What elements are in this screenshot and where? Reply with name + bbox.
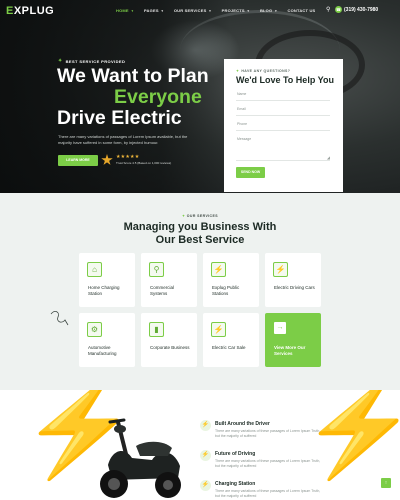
home-charger-icon: ⌂ (87, 262, 102, 277)
form-eyebrow: ✦ HAVE ANY QUESTIONS? (236, 69, 291, 73)
services-title-line-2: Our Best Service (155, 234, 245, 246)
view-more-services-card[interactable]: → View More Our Services (265, 313, 321, 367)
charging-station-icon: ⚡ (211, 262, 226, 277)
learn-more-button[interactable]: LEARN MORE (58, 155, 98, 166)
driver-icon: ⚡ (200, 420, 211, 431)
chevron-down-icon: ▼ (208, 8, 212, 13)
chevron-down-icon: ▼ (246, 8, 250, 13)
service-card-commercial[interactable]: ⚲ Commercial Systems (141, 253, 197, 307)
services-eyebrow: ✦ OUR SERVICES (182, 214, 218, 218)
nav-item-contact-us[interactable]: CONTACT US (287, 8, 315, 13)
nav-item-our-services[interactable]: OUR SERVICES ▼ (174, 8, 212, 13)
rating-stars: ★★★★★ (116, 154, 140, 160)
car-sale-icon: ⚡ (211, 322, 226, 337)
battery-icon: ▮ (149, 322, 164, 337)
nav-item-home[interactable]: HOME ▼ (116, 8, 134, 13)
hero-description: There are many variations of passages of… (58, 134, 188, 145)
nav-item-pages[interactable]: PAGES ▼ (144, 8, 164, 13)
phone-number[interactable]: (319) 430-7980 (344, 7, 378, 13)
top-navigation: EXPLUG HOME ▼ PAGES ▼ OUR SERVICES ▼ PROJEC… (0, 0, 400, 22)
service-card-automotive[interactable]: ⚙ Automotive Manufacturing (79, 313, 135, 367)
services-title-line-1: Managing you Business With (123, 221, 277, 233)
future-icon: ⚡ (200, 450, 211, 461)
electric-scooter-image (100, 418, 181, 498)
service-card-public-stations[interactable]: ⚡ Explug Public Stations (203, 253, 259, 307)
hero-title-line-1: We Want to Plan (57, 65, 209, 87)
squiggle-decoration (50, 311, 69, 326)
name-field[interactable]: Name (236, 89, 330, 101)
main-menu: HOME ▼ PAGES ▼ OUR SERVICES ▼ PROJECTS ▼ BLO… (116, 8, 315, 13)
resize-handle-icon[interactable]: ◢ (327, 155, 330, 160)
hero-title-line-2: Everyone (114, 86, 202, 108)
chevron-down-icon: ▼ (130, 8, 134, 13)
hero-eyebrow: ✦ BEST SERVICE PROVIDED (58, 58, 126, 64)
services-section: ✦ OUR SERVICES Managing you Business Wit… (0, 193, 400, 390)
arrow-up-icon: ↑ (384, 480, 388, 486)
search-icon[interactable]: ⚲ (326, 6, 330, 13)
plug-icon: ⚲ (149, 262, 164, 277)
service-card-home-charging[interactable]: ⌂ Home Charging Station (79, 253, 135, 307)
service-card-car-sale[interactable]: ⚡ Electric Car Sale (203, 313, 259, 367)
service-card-electric-cars[interactable]: ⚡ Electric Driving Cars (265, 253, 321, 307)
scroll-to-top-button[interactable]: ↑ (381, 478, 391, 488)
site-logo[interactable]: EXPLUG (6, 5, 54, 17)
chevron-down-icon: ▼ (274, 8, 278, 13)
electric-car-icon: ⚡ (273, 262, 288, 277)
nav-item-projects[interactable]: PROJECTS ▼ (222, 8, 250, 13)
send-now-button[interactable]: SEND NOW (236, 167, 265, 178)
service-card-corporate[interactable]: ▮ Corporate Business (141, 313, 197, 367)
bolt-icon: ✦ (58, 58, 63, 64)
hero-title-line-3: Drive Electric (57, 107, 182, 129)
phone-icon: ☎ (335, 6, 342, 13)
nav-item-blog[interactable]: BLOG ▼ (260, 8, 278, 13)
features-section: ⚡ ⚡ ⚡ Built Around the Driver There are … (0, 390, 400, 500)
contact-form-card: ✦ HAVE ANY QUESTIONS? We'd Love To Help Y… (224, 59, 343, 192)
chevron-down-icon: ▼ (160, 8, 164, 13)
message-field[interactable]: Message ◢ (236, 134, 330, 161)
bolt-icon: ✦ (236, 69, 240, 73)
rating-text: Trust Score 4.5 (Based on 1,000 reviews) (116, 161, 172, 165)
phone-field[interactable]: Phone (236, 119, 330, 131)
arrow-right-icon: → (274, 322, 286, 334)
gear-icon: ⚙ (87, 322, 102, 337)
email-field[interactable]: Email (236, 104, 330, 116)
form-title: We'd Love To Help You (236, 75, 334, 85)
charging-icon: ⚡ (200, 480, 211, 491)
